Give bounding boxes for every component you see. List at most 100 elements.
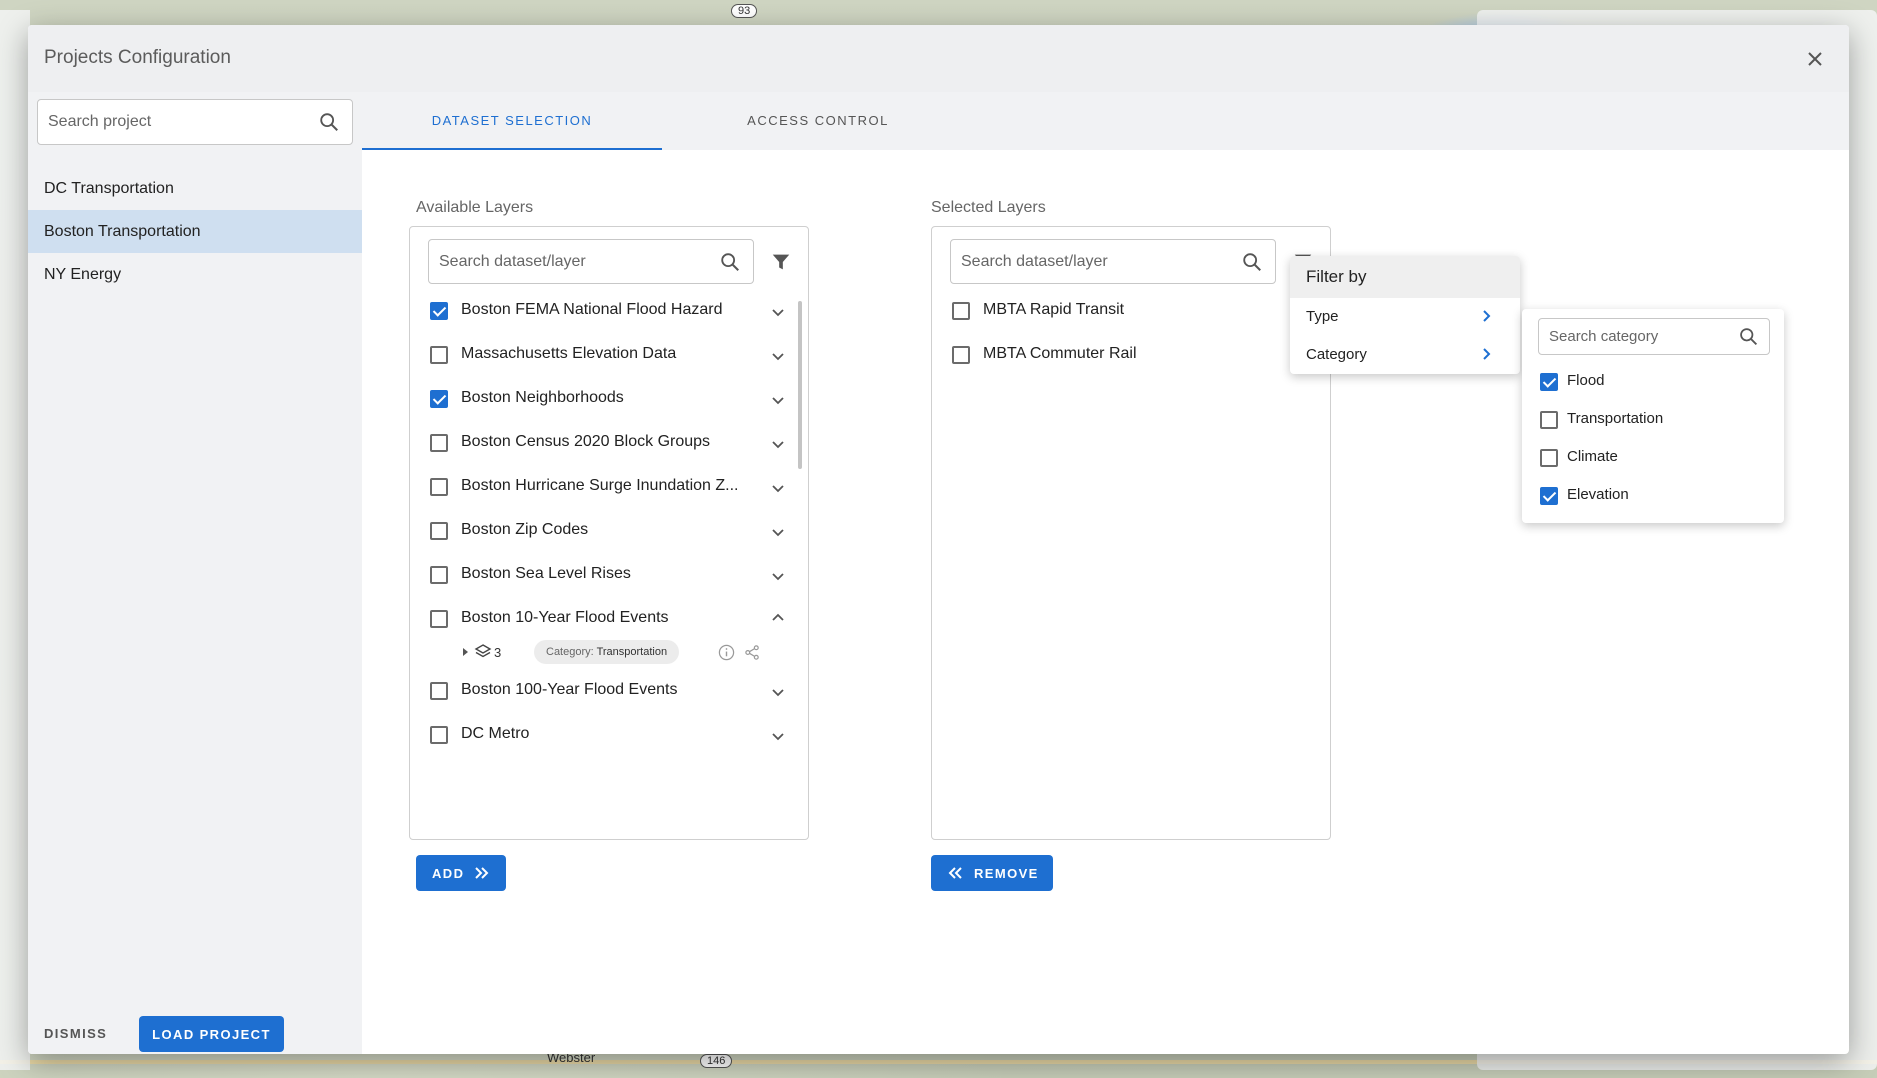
category-search-box xyxy=(1538,318,1770,355)
chevron-up-icon[interactable] xyxy=(770,610,786,626)
chevron-down-icon[interactable] xyxy=(770,568,786,584)
filter-icon[interactable] xyxy=(770,251,792,273)
category-option-label: Elevation xyxy=(1567,486,1629,503)
layer-row: Boston Zip Codes xyxy=(428,516,788,546)
selected-search-box xyxy=(950,239,1276,284)
chevron-down-icon[interactable] xyxy=(770,480,786,496)
layer-checkbox[interactable] xyxy=(430,390,448,408)
layer-checkbox[interactable] xyxy=(430,478,448,496)
chevron-down-icon[interactable] xyxy=(770,304,786,320)
filter-menu-item-label: Type xyxy=(1306,308,1339,325)
layer-checkbox[interactable] xyxy=(430,346,448,364)
scrollbar-thumb[interactable] xyxy=(798,301,802,469)
chevron-right-icon xyxy=(1483,348,1491,360)
layer-checkbox[interactable] xyxy=(430,434,448,452)
remove-button[interactable]: REMOVE xyxy=(931,855,1053,891)
selected-search-input[interactable] xyxy=(961,240,1221,283)
layer-count: 3 xyxy=(494,645,502,660)
filter-menu-title: Filter by xyxy=(1290,256,1520,298)
available-search-input[interactable] xyxy=(439,240,699,283)
search-icon[interactable] xyxy=(719,251,741,273)
load-project-button[interactable]: LOAD PROJECT xyxy=(139,1016,284,1052)
layer-label: Boston Neighborhoods xyxy=(461,389,624,406)
chevron-down-icon[interactable] xyxy=(770,524,786,540)
layer-checkbox[interactable] xyxy=(952,302,970,320)
category-checkbox[interactable] xyxy=(1540,487,1558,505)
layer-label: Boston FEMA National Flood Hazard xyxy=(461,301,723,318)
layer-row: DC Metro xyxy=(428,720,788,750)
selected-layers-list: MBTA Rapid Transit MBTA Commuter Rail xyxy=(931,226,1331,840)
close-icon xyxy=(1808,52,1822,66)
tab-dataset-selection[interactable]: DATASET SELECTION xyxy=(362,92,662,150)
double-chevron-right-icon xyxy=(475,867,489,879)
search-icon[interactable] xyxy=(1738,326,1759,347)
category-option-label: Transportation xyxy=(1567,410,1664,427)
category-chip: Category: Transportation xyxy=(534,640,680,664)
layer-checkbox[interactable] xyxy=(430,682,448,700)
tab-bar: DATASET SELECTION ACCESS CONTROL xyxy=(362,92,1849,150)
layer-row: Boston Census 2020 Block Groups xyxy=(428,428,788,458)
available-search-box xyxy=(428,239,754,284)
filter-menu-item-category[interactable]: Category xyxy=(1290,336,1520,374)
layer-row: Boston Sea Level Rises xyxy=(428,560,788,590)
project-item-ny-energy[interactable]: NY Energy xyxy=(28,253,362,296)
search-icon[interactable] xyxy=(1241,251,1263,273)
chevron-down-icon[interactable] xyxy=(770,728,786,744)
layer-checkbox[interactable] xyxy=(430,726,448,744)
category-option-transportation: Transportation xyxy=(1540,406,1770,434)
category-search-input[interactable] xyxy=(1549,319,1729,354)
projects-configuration-dialog: Projects Configuration DC Transportation… xyxy=(28,25,1849,1054)
filter-menu: Filter by Type Category xyxy=(1290,256,1520,374)
layer-details: 3 Category: Transportation xyxy=(462,640,782,664)
filter-menu-item-type[interactable]: Type xyxy=(1290,298,1520,336)
layer-label: Boston 100-Year Flood Events xyxy=(461,681,678,698)
category-filter-menu: Flood Transportation Climate Elevation xyxy=(1522,309,1784,523)
add-button-label: ADD xyxy=(432,866,465,881)
dismiss-button[interactable]: DISMISS xyxy=(44,1018,107,1049)
category-checkbox[interactable] xyxy=(1540,449,1558,467)
chevron-down-icon[interactable] xyxy=(770,348,786,364)
chevron-down-icon[interactable] xyxy=(770,436,786,452)
chevron-down-icon[interactable] xyxy=(770,684,786,700)
category-option-flood: Flood xyxy=(1540,368,1770,396)
search-icon[interactable] xyxy=(318,111,340,133)
map-highway-shield: 146 xyxy=(700,1054,733,1068)
dialog-header: Projects Configuration xyxy=(28,25,1849,92)
project-item-dc-transportation[interactable]: DC Transportation xyxy=(28,167,362,210)
layer-checkbox[interactable] xyxy=(430,566,448,584)
layer-checkbox[interactable] xyxy=(952,346,970,364)
map-left-panel xyxy=(0,10,30,1070)
layer-row: MBTA Commuter Rail xyxy=(950,340,1310,370)
layer-checkbox[interactable] xyxy=(430,302,448,320)
layer-label: MBTA Rapid Transit xyxy=(983,301,1125,318)
layer-row: Boston FEMA National Flood Hazard xyxy=(428,296,788,326)
share-icon[interactable] xyxy=(744,644,761,661)
project-list: DC Transportation Boston Transportation … xyxy=(28,167,362,296)
category-option-label: Flood xyxy=(1567,372,1605,389)
add-button[interactable]: ADD xyxy=(416,855,506,891)
layer-row: MBTA Rapid Transit xyxy=(950,296,1310,326)
project-sidebar: DC Transportation Boston Transportation … xyxy=(28,92,362,1054)
layer-row: Boston Hurricane Surge Inundation Z... xyxy=(428,472,788,502)
info-icon[interactable] xyxy=(718,644,735,661)
close-button[interactable] xyxy=(1803,47,1827,71)
caret-right-icon[interactable] xyxy=(462,647,470,657)
layer-checkbox[interactable] xyxy=(430,522,448,540)
category-option-label: Climate xyxy=(1567,448,1618,465)
category-checkbox[interactable] xyxy=(1540,373,1558,391)
category-checkbox[interactable] xyxy=(1540,411,1558,429)
category-option-climate: Climate xyxy=(1540,444,1770,472)
category-key: Category: xyxy=(546,646,594,658)
chevron-down-icon[interactable] xyxy=(770,392,786,408)
layer-label: Boston Census 2020 Block Groups xyxy=(461,433,711,450)
layer-checkbox[interactable] xyxy=(430,610,448,628)
project-item-boston-transportation[interactable]: Boston Transportation xyxy=(28,210,362,253)
tab-access-control[interactable]: ACCESS CONTROL xyxy=(662,92,974,150)
main-panel: DATASET SELECTION ACCESS CONTROL Availab… xyxy=(362,92,1849,1054)
layers-icon xyxy=(474,644,492,658)
available-layers-label: Available Layers xyxy=(416,199,534,216)
selected-layers-label: Selected Layers xyxy=(931,199,1046,216)
project-search-input[interactable] xyxy=(48,100,298,144)
filter-menu-item-label: Category xyxy=(1306,346,1367,363)
layer-label: MBTA Commuter Rail xyxy=(983,345,1137,362)
